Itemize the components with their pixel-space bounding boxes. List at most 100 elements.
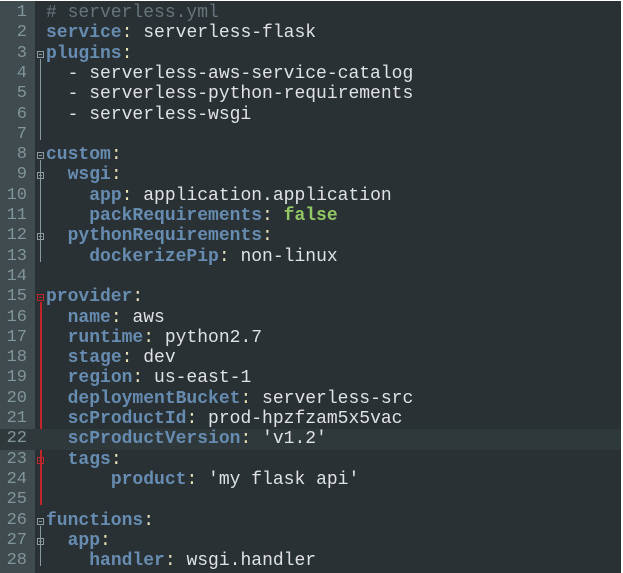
yaml-value: application.application	[143, 185, 392, 206]
code-editor[interactable]: 1 # serverless.yml 2 service: serverless-fl…	[0, 1, 621, 573]
yaml-value	[46, 368, 68, 388]
code-line[interactable]: 11 packRequirements: false	[0, 206, 621, 226]
code-line[interactable]: 14	[0, 267, 621, 287]
line-number: 17	[6, 327, 27, 347]
yaml-value: prod-hpzfzam5x5vac	[208, 409, 403, 429]
code-text: app: application.application	[46, 185, 392, 206]
code-line[interactable]: 17 runtime: python2.7	[0, 328, 621, 348]
yaml-value	[46, 247, 89, 267]
yaml-value: 'my flask api'	[208, 469, 360, 490]
yaml-value: - serverless-aws-service-catalog	[46, 63, 414, 84]
punctuation: :	[143, 327, 165, 348]
yaml-value: - serverless-python-requirements	[46, 84, 414, 105]
code-line[interactable]: 22 scProductVersion: 'v1.2'	[0, 429, 621, 450]
code-text: - serverless-wsgi	[46, 105, 252, 125]
line-number: 8	[16, 145, 27, 165]
yaml-value	[46, 206, 89, 226]
yaml-value: us-east-1	[154, 368, 252, 389]
code-text: # serverless.yml	[46, 3, 219, 23]
line-number: 6	[16, 104, 27, 124]
line-number: 2	[16, 23, 27, 43]
code-line[interactable]: 1 # serverless.yml	[0, 3, 621, 23]
code-text: custom:	[46, 145, 122, 165]
fold-toggle-icon[interactable]	[37, 152, 44, 160]
punctuation: :	[262, 226, 273, 247]
yaml-value	[46, 551, 89, 571]
code-text: runtime: python2.7	[46, 328, 262, 348]
punctuation: :	[143, 510, 155, 531]
code-text: handler: wsgi.handler	[46, 551, 316, 571]
code-line[interactable]: 28 handler: wsgi.handler	[0, 551, 621, 571]
code-line[interactable]: 26 functions:	[0, 511, 621, 531]
yaml-key: runtime	[67, 327, 144, 348]
code-line[interactable]: 4 - serverless-aws-service-catalog	[0, 64, 621, 84]
yaml-key: wsgi	[67, 165, 111, 186]
code-line[interactable]: 7	[0, 125, 621, 145]
code-text: deploymentBucket: serverless-src	[46, 388, 414, 409]
code-line[interactable]: 13 dockerizePip: non-linux	[0, 247, 621, 267]
yaml-value: serverless-src	[262, 388, 414, 409]
yaml-key: product	[110, 469, 187, 490]
code-line[interactable]: 15 provider:	[0, 287, 621, 307]
code-line[interactable]: 10 app: application.application	[0, 186, 621, 206]
code-line[interactable]: 6 - serverless-wsgi	[0, 105, 621, 125]
yaml-key: plugins	[46, 43, 122, 64]
line-number: 4	[16, 63, 27, 83]
line-number: 22	[6, 429, 27, 449]
punctuation: :	[218, 246, 241, 267]
punctuation: :	[262, 206, 284, 226]
code-line[interactable]: 19 region: us-east-1	[0, 368, 621, 388]
line-number: 7	[16, 124, 27, 144]
code-line[interactable]: 21 scProductId: prod-hpzfzam5x5vac	[0, 409, 621, 429]
code-text: name: aws	[46, 308, 165, 328]
line-number: 18	[6, 348, 27, 368]
yaml-key: name	[67, 307, 111, 328]
yaml-value	[46, 226, 68, 246]
line-number: 3	[16, 43, 27, 63]
code-line[interactable]: 25	[0, 490, 621, 510]
yaml-value: dev	[143, 348, 176, 369]
code-line[interactable]: 8 custom:	[0, 145, 621, 165]
yaml-key: service	[46, 23, 122, 44]
fold-toggle-icon[interactable]	[37, 172, 44, 180]
code-line[interactable]: 27 app:	[0, 531, 621, 551]
code-text: scProductVersion: 'v1.2'	[46, 429, 327, 449]
fold-toggle-icon[interactable]	[37, 537, 44, 545]
code-line[interactable]: 3 plugins:	[0, 44, 621, 64]
code-line[interactable]: 5 - serverless-python-requirements	[0, 84, 621, 104]
code-text: app:	[46, 531, 111, 551]
yaml-key: provider	[46, 287, 133, 308]
fold-toggle-icon[interactable]	[37, 50, 44, 58]
line-number: 28	[6, 551, 27, 571]
code-line[interactable]: 23 tags:	[0, 450, 621, 470]
line-number: 19	[6, 368, 27, 388]
code-text: plugins:	[46, 44, 132, 64]
yaml-value: aws	[132, 307, 165, 328]
code-line[interactable]: 9 wsgi:	[0, 165, 621, 185]
line-number: 24	[6, 469, 27, 489]
punctuation: :	[110, 307, 133, 328]
yaml-key: scProductVersion	[67, 429, 241, 450]
yaml-key: handler	[89, 551, 165, 572]
yaml-key: app	[67, 530, 101, 551]
code-line[interactable]: 2 service: serverless-flask	[0, 23, 621, 43]
fold-toggle-icon[interactable]	[37, 233, 44, 241]
code-line[interactable]: 16 name: aws	[0, 308, 621, 328]
line-number: 26	[6, 510, 27, 530]
code-text: tags:	[46, 450, 122, 470]
line-number: 23	[6, 449, 27, 469]
yaml-value: non-linux	[240, 246, 338, 267]
comment: # serverless.yml	[46, 3, 219, 23]
code-text: stage: dev	[46, 348, 176, 368]
fold-toggle-icon[interactable]	[37, 517, 44, 525]
yaml-key: deploymentBucket	[67, 388, 241, 409]
code-text: product: 'my flask api'	[46, 470, 359, 490]
code-line[interactable]: 24 product: 'my flask api'	[0, 470, 621, 490]
code-line[interactable]: 18 stage: dev	[0, 348, 621, 368]
yaml-key: stage	[67, 348, 122, 369]
yaml-value: serverless-flask	[143, 23, 317, 44]
code-line[interactable]: 20 deploymentBucket: serverless-src	[0, 389, 621, 409]
code-line[interactable]: 12 pythonRequirements:	[0, 226, 621, 246]
fold-toggle-icon[interactable]	[37, 456, 44, 464]
fold-toggle-icon[interactable]	[37, 294, 44, 302]
